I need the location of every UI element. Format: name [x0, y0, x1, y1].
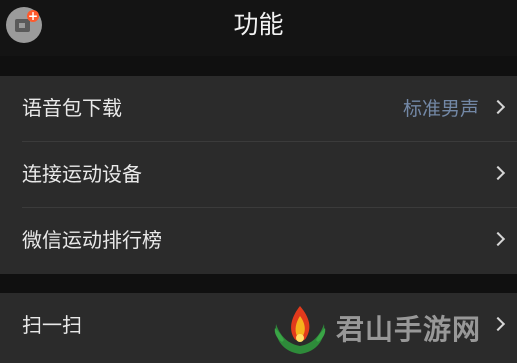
laurel-flame-logo	[274, 306, 326, 354]
page-title: 功能	[233, 10, 284, 39]
row-label: 扫一扫	[22, 313, 82, 337]
watermark-text: 君山手游网	[336, 313, 482, 346]
row-label: 微信运动排行榜	[22, 228, 162, 252]
row-label: 连接运动设备	[22, 162, 142, 186]
watermark: 君山手游网	[268, 300, 517, 360]
row-voice-pack-download[interactable]: 语音包下载 标准男声	[0, 76, 517, 142]
settings-group-main: 语音包下载 标准男声 连接运动设备 微信运动排行榜	[0, 76, 517, 274]
chevron-right-icon	[490, 231, 506, 247]
row-value: 标准男声	[402, 98, 479, 120]
chevron-right-icon	[490, 99, 506, 115]
row-wechat-sports-ranking[interactable]: 微信运动排行榜	[0, 208, 517, 274]
row-label: 语音包下载	[22, 96, 122, 120]
row-connect-sports-device[interactable]: 连接运动设备	[0, 142, 517, 208]
chevron-right-icon	[490, 165, 506, 181]
title-bar: + 功能	[0, 0, 517, 56]
